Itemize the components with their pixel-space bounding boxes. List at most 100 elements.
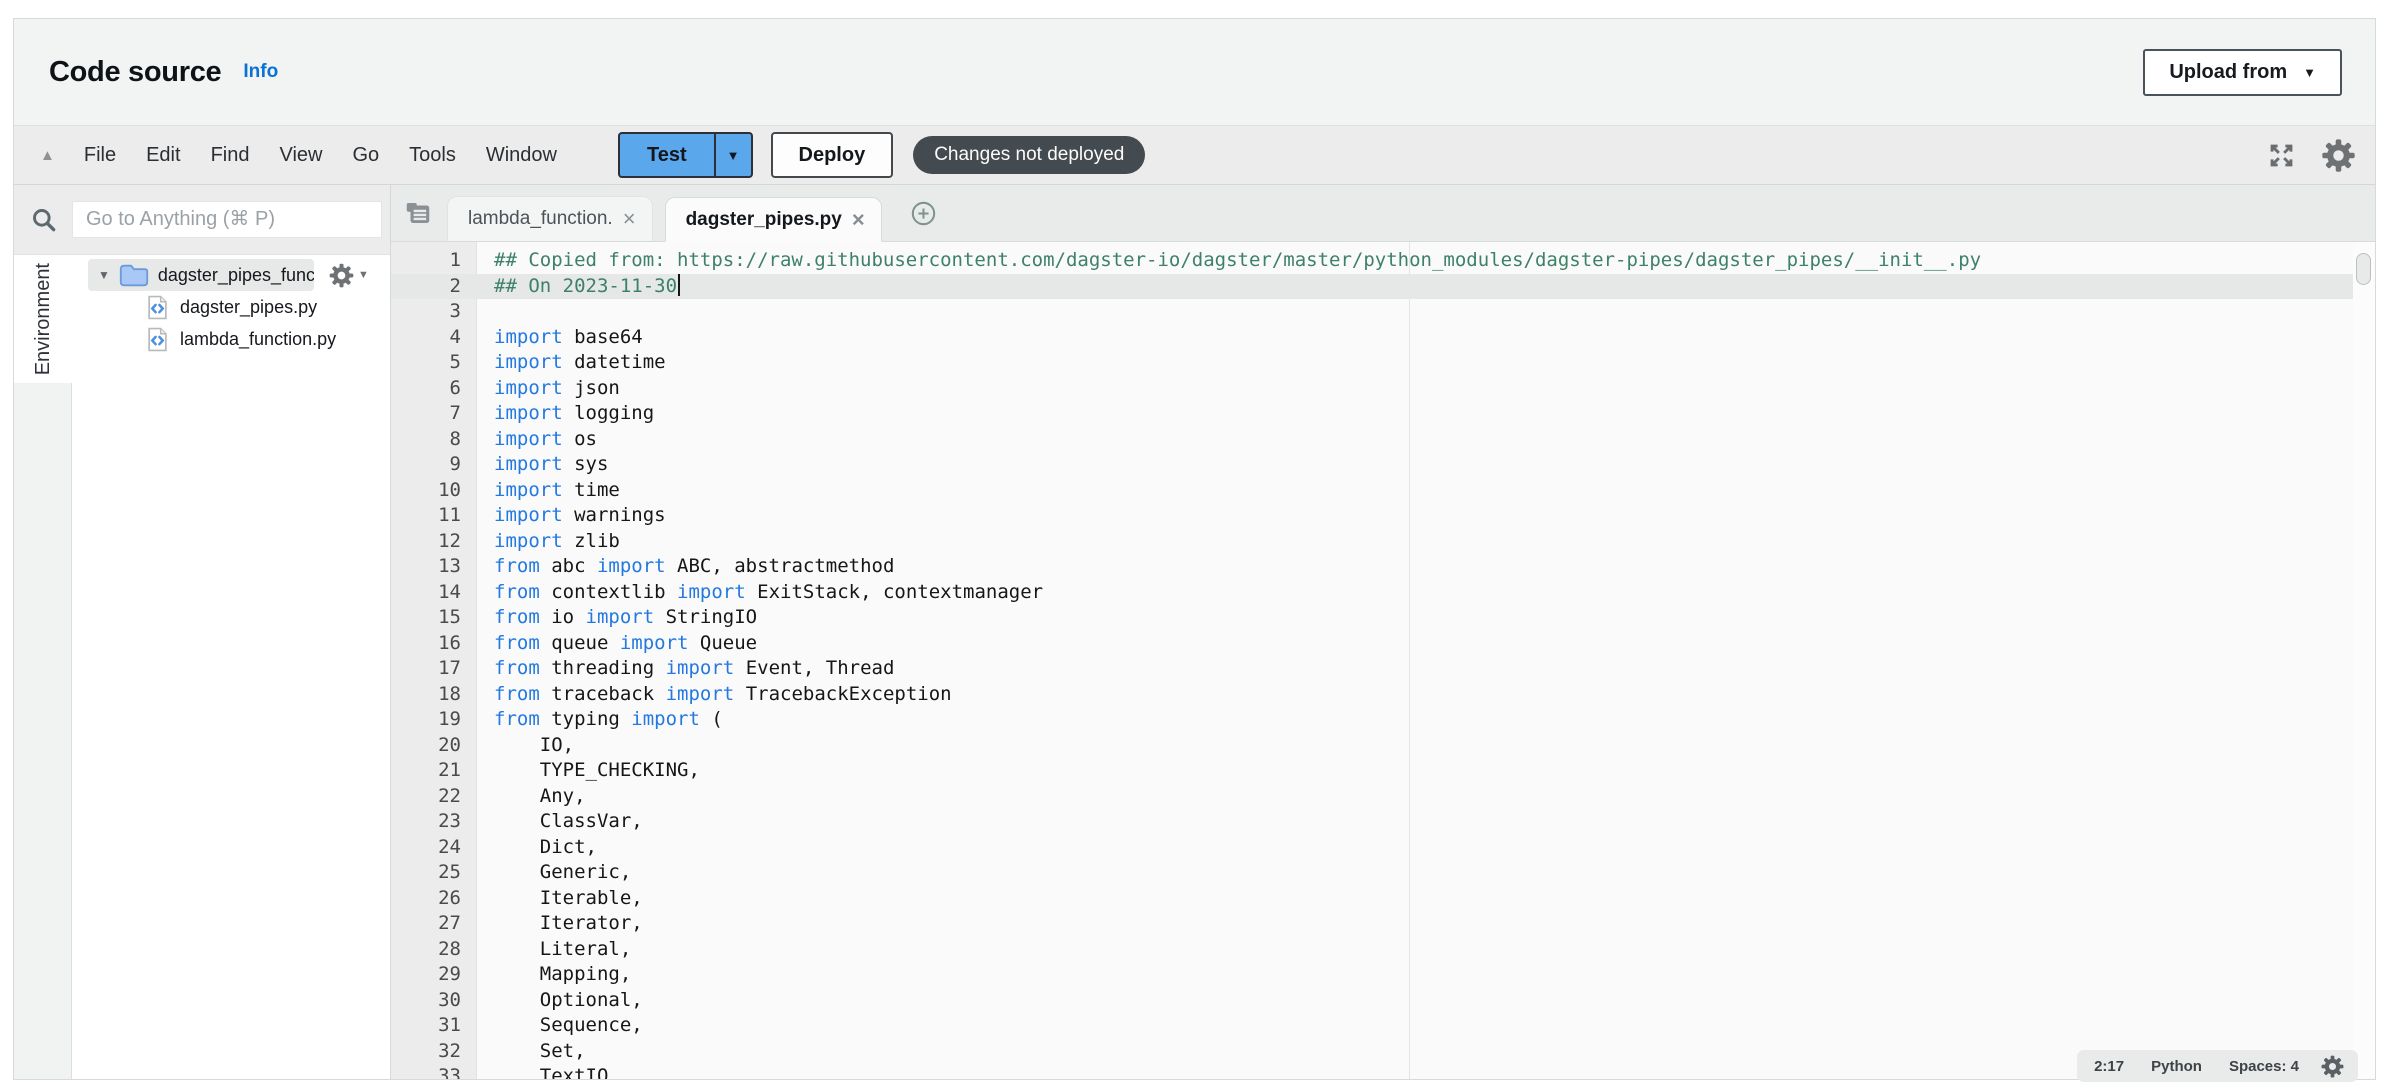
code-text[interactable]: from io import StringIO <box>477 605 757 631</box>
line-number[interactable]: 8 <box>391 427 477 453</box>
code-line[interactable]: 9 import sys <box>391 452 2375 478</box>
code-line[interactable]: 27 Iterator, <box>391 911 2375 937</box>
code-text[interactable]: from threading import Event, Thread <box>477 656 894 682</box>
line-number[interactable]: 15 <box>391 605 477 631</box>
code-line[interactable]: 10 import time <box>391 478 2375 504</box>
menu-window[interactable]: Window <box>471 144 572 167</box>
close-tab-icon[interactable]: × <box>852 209 865 231</box>
menu-find[interactable]: Find <box>196 144 265 167</box>
tree-file-row[interactable]: dagster_pipes.py <box>72 291 390 323</box>
deploy-button[interactable]: Deploy <box>771 132 894 178</box>
tab-dagster_pipespy[interactable]: dagster_pipes.py × <box>665 197 882 242</box>
menu-view[interactable]: View <box>264 144 337 167</box>
line-number[interactable]: 27 <box>391 911 477 937</box>
line-number[interactable]: 13 <box>391 554 477 580</box>
code-text[interactable]: Dict, <box>477 835 597 861</box>
code-line[interactable]: 14 from contextlib import ExitStack, con… <box>391 580 2375 606</box>
line-number[interactable]: 5 <box>391 350 477 376</box>
tree-folder-row[interactable]: ▼ dagster_pipes_function <box>72 259 390 291</box>
upload-from-button[interactable]: Upload from ▼ <box>2143 49 2342 96</box>
line-number[interactable]: 7 <box>391 401 477 427</box>
line-number[interactable]: 22 <box>391 784 477 810</box>
code-line[interactable]: 12 import zlib <box>391 529 2375 555</box>
line-number[interactable]: 30 <box>391 988 477 1014</box>
code-text[interactable]: TextIO, <box>477 1064 620 1079</box>
code-line[interactable]: 19 from typing import ( <box>391 707 2375 733</box>
line-number[interactable]: 31 <box>391 1013 477 1039</box>
tab-environment[interactable]: Environment <box>14 255 72 383</box>
code-text[interactable]: Iterable, <box>477 886 643 912</box>
line-number[interactable]: 28 <box>391 937 477 963</box>
code-line[interactable]: 2 ## On 2023-11-30 <box>391 274 2375 300</box>
code-text[interactable]: import warnings <box>477 503 666 529</box>
line-number[interactable]: 10 <box>391 478 477 504</box>
code-text[interactable]: Any, <box>477 784 586 810</box>
test-dropdown-icon[interactable]: ▼ <box>714 134 751 176</box>
code-text[interactable]: from typing import ( <box>477 707 723 733</box>
line-number[interactable]: 21 <box>391 758 477 784</box>
line-number[interactable]: 11 <box>391 503 477 529</box>
code-line[interactable]: 26 Iterable, <box>391 886 2375 912</box>
code-text[interactable]: import zlib <box>477 529 620 555</box>
code-line[interactable]: 21 TYPE_CHECKING, <box>391 758 2375 784</box>
new-tab-icon[interactable] <box>910 200 937 227</box>
code-text[interactable]: Iterator, <box>477 911 643 937</box>
tree-settings-button[interactable]: ▼ <box>328 262 369 289</box>
line-number[interactable]: 4 <box>391 325 477 351</box>
code-line[interactable]: 28 Literal, <box>391 937 2375 963</box>
code-line[interactable]: 20 IO, <box>391 733 2375 759</box>
close-tab-icon[interactable]: × <box>623 208 636 230</box>
search-icon[interactable] <box>30 206 57 233</box>
code-line[interactable]: 22 Any, <box>391 784 2375 810</box>
code-text[interactable]: from queue import Queue <box>477 631 757 657</box>
code-text[interactable] <box>477 299 494 325</box>
disclosure-triangle-icon[interactable]: ▼ <box>98 268 110 282</box>
code-text[interactable]: import logging <box>477 401 654 427</box>
code-text[interactable]: IO, <box>477 733 574 759</box>
code-text[interactable]: ## On 2023-11-30 <box>477 274 680 300</box>
menu-file[interactable]: File <box>69 144 131 167</box>
test-button[interactable]: Test ▼ <box>618 132 753 178</box>
code-text[interactable]: Mapping, <box>477 962 631 988</box>
code-text[interactable]: import os <box>477 427 597 453</box>
open-files-list-icon[interactable] <box>403 198 433 228</box>
line-number[interactable]: 26 <box>391 886 477 912</box>
info-link[interactable]: Info <box>243 61 278 83</box>
line-number[interactable]: 1 <box>391 248 477 274</box>
tree-file-row[interactable]: lambda_function.py <box>72 323 390 355</box>
gear-icon[interactable] <box>2320 137 2357 174</box>
code-line[interactable]: 6 import json <box>391 376 2375 402</box>
code-line[interactable]: 11 import warnings <box>391 503 2375 529</box>
code-text[interactable]: ClassVar, <box>477 809 643 835</box>
code-text[interactable]: Sequence, <box>477 1013 643 1039</box>
code-text[interactable]: Set, <box>477 1039 586 1065</box>
cursor-position[interactable]: 2:17 <box>2094 1058 2124 1075</box>
code-text[interactable]: Generic, <box>477 860 631 886</box>
line-number[interactable]: 17 <box>391 656 477 682</box>
code-line[interactable]: 23 ClassVar, <box>391 809 2375 835</box>
line-number[interactable]: 29 <box>391 962 477 988</box>
indentation-setting[interactable]: Spaces: 4 <box>2229 1058 2299 1075</box>
code-line[interactable]: 7 import logging <box>391 401 2375 427</box>
menu-edit[interactable]: Edit <box>131 144 195 167</box>
menu-go[interactable]: Go <box>337 144 394 167</box>
collapse-pane-icon[interactable]: ▲ <box>40 147 55 164</box>
code-text[interactable]: TYPE_CHECKING, <box>477 758 700 784</box>
code-text[interactable]: Literal, <box>477 937 631 963</box>
code-line[interactable]: 31 Sequence, <box>391 1013 2375 1039</box>
scrollbar-thumb[interactable] <box>2356 253 2371 285</box>
line-number[interactable]: 16 <box>391 631 477 657</box>
line-number[interactable]: 20 <box>391 733 477 759</box>
fullscreen-icon[interactable] <box>2267 141 2296 170</box>
code-line[interactable]: 8 import os <box>391 427 2375 453</box>
code-line[interactable]: 4 import base64 <box>391 325 2375 351</box>
code-line[interactable]: 1 ## Copied from: https://raw.githubuser… <box>391 248 2375 274</box>
language-mode[interactable]: Python <box>2151 1058 2202 1075</box>
menu-tools[interactable]: Tools <box>394 144 471 167</box>
code-line[interactable]: 18 from traceback import TracebackExcept… <box>391 682 2375 708</box>
code-line[interactable]: 13 from abc import ABC, abstractmethod <box>391 554 2375 580</box>
code-text[interactable]: import datetime <box>477 350 666 376</box>
line-number[interactable]: 18 <box>391 682 477 708</box>
code-text[interactable]: from contextlib import ExitStack, contex… <box>477 580 1043 606</box>
code-line[interactable]: 29 Mapping, <box>391 962 2375 988</box>
